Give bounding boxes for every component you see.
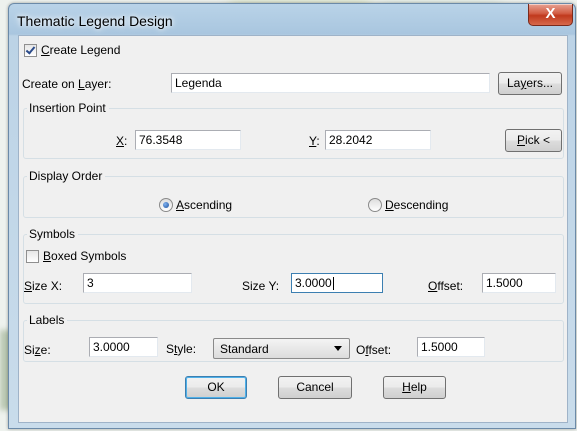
chevron-down-icon: [334, 346, 342, 351]
symbols-group: [23, 234, 564, 304]
x-input[interactable]: 76.3548: [135, 130, 241, 150]
label-style-label: Style:: [166, 342, 197, 356]
label-offset-input[interactable]: 1.5000: [417, 337, 485, 357]
size-y-input[interactable]: 3.0000: [291, 273, 383, 293]
descending-label[interactable]: Descending: [385, 198, 448, 212]
symbols-legend: Symbols: [27, 227, 79, 241]
display-order-legend: Display Order: [27, 169, 106, 183]
create-legend-label[interactable]: Create Legend: [41, 43, 120, 57]
close-button[interactable]: X: [528, 4, 573, 26]
symbols-offset-input[interactable]: 1.5000: [482, 273, 556, 293]
close-icon: X: [545, 5, 556, 22]
window-title: Thematic Legend Design: [17, 13, 173, 29]
ascending-radio[interactable]: [159, 198, 173, 212]
y-input[interactable]: 28.2042: [325, 130, 431, 150]
y-label: Y:: [309, 134, 320, 148]
label-size-label: Size:: [24, 343, 51, 357]
size-y-label: Size Y:: [242, 279, 280, 293]
pick-button[interactable]: Pick <: [505, 129, 562, 152]
create-legend-checkbox[interactable]: [24, 44, 37, 57]
insertion-point-legend: Insertion Point: [27, 101, 109, 115]
insertion-point-group: [23, 108, 564, 159]
size-x-label: Size X:: [24, 279, 63, 293]
text-caret: [332, 277, 334, 291]
boxed-symbols-label[interactable]: Boxed Symbols: [43, 249, 126, 263]
cancel-button[interactable]: Cancel: [278, 376, 352, 399]
legend-dialog: Thematic Legend Design X Create Legend C…: [8, 3, 576, 429]
boxed-symbols-checkbox[interactable]: [26, 250, 39, 263]
size-x-input[interactable]: 3: [83, 273, 192, 293]
dialog-body: Create Legend Create on Layer: Legenda L…: [18, 35, 568, 423]
title-bar: Thematic Legend Design X: [9, 4, 575, 34]
labels-legend: Labels: [27, 313, 68, 327]
offset-label: Offset:: [428, 279, 464, 293]
label-size-input[interactable]: 3.0000: [89, 337, 158, 357]
descending-radio[interactable]: [368, 198, 382, 212]
label-offset-label: Offset:: [356, 343, 392, 357]
label-style-select[interactable]: Standard: [213, 338, 350, 359]
x-label: X:: [116, 134, 128, 148]
help-button[interactable]: Help: [383, 376, 446, 399]
ascending-label[interactable]: Ascending: [176, 198, 232, 212]
layer-input[interactable]: Legenda: [171, 73, 490, 93]
layers-button[interactable]: Layers...: [498, 72, 562, 95]
ok-button[interactable]: OK: [185, 376, 247, 399]
layer-label: Create on Layer:: [22, 77, 112, 91]
